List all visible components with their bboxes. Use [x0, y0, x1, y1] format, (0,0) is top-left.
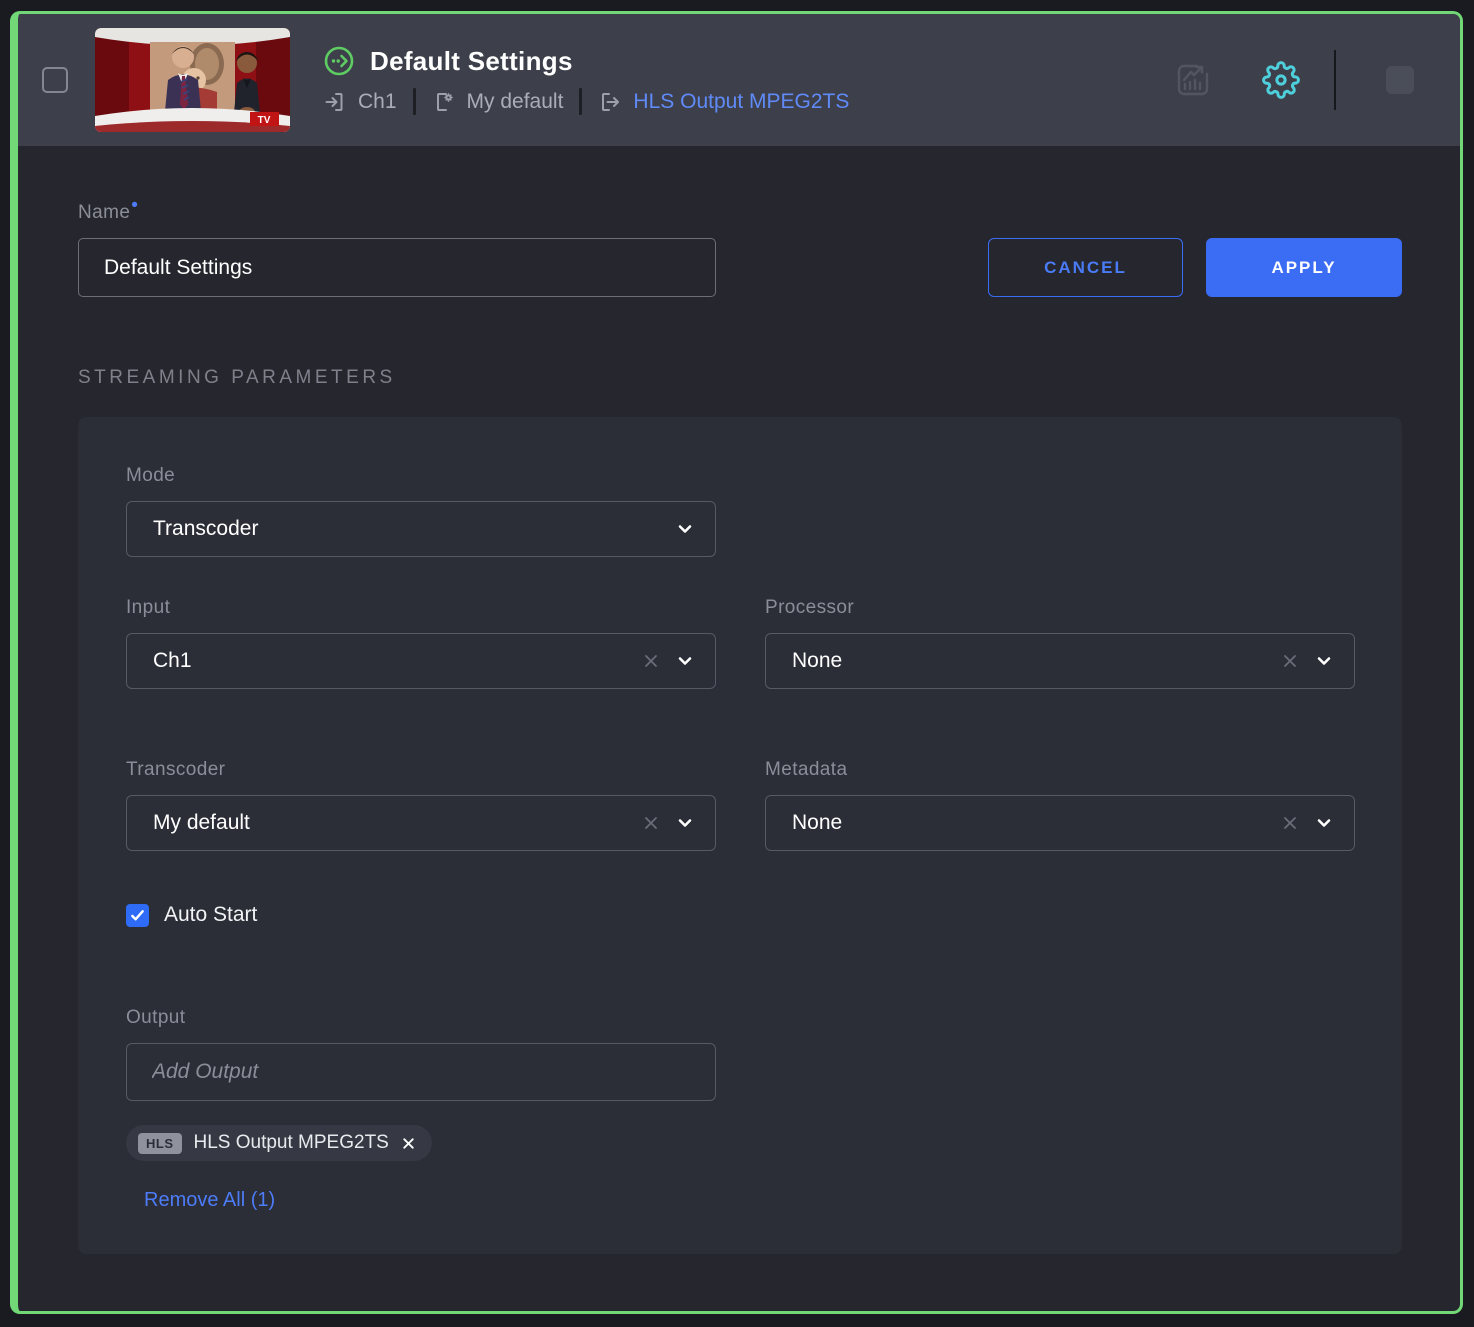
settings-form: Name• CANCEL APPLY STREAMING PARAMETERS … [18, 202, 1460, 1254]
name-input[interactable] [78, 238, 716, 297]
processor-select[interactable]: None [765, 633, 1355, 689]
collapse-square-button[interactable] [1386, 66, 1414, 94]
input-select[interactable]: Ch1 [126, 633, 716, 689]
processor-label: Processor [765, 597, 1355, 619]
breadcrumb-input: Ch1 [323, 90, 397, 114]
select-channel-checkbox[interactable] [42, 67, 68, 93]
output-label: Output [126, 1007, 716, 1029]
tv-logo: TV [258, 115, 271, 126]
breadcrumb-divider [413, 88, 416, 115]
stream-status-icon [323, 45, 355, 77]
name-label: Name• [78, 202, 1402, 224]
breadcrumb-transcoder-label: My default [467, 90, 564, 114]
auto-start-checkbox[interactable] [126, 904, 149, 927]
channel-settings-card: TV Default Settings [10, 11, 1463, 1314]
chart-icon [1174, 61, 1212, 99]
breadcrumb: Ch1 My default [323, 88, 849, 115]
statistics-button[interactable] [1174, 61, 1212, 99]
chip-close-icon[interactable] [401, 1136, 416, 1151]
chevron-down-icon[interactable] [675, 651, 695, 671]
transcoder-value: My default [153, 811, 641, 835]
clear-icon[interactable] [1280, 651, 1300, 671]
output-chip-type-badge: HLS [138, 1133, 182, 1154]
breadcrumb-input-label: Ch1 [358, 90, 397, 114]
section-title: STREAMING PARAMETERS [78, 367, 1402, 389]
mode-value: Transcoder [153, 517, 675, 541]
metadata-label: Metadata [765, 759, 1355, 781]
header-bar: TV Default Settings [18, 14, 1460, 146]
output-chip-label: HLS Output MPEG2TS [194, 1132, 389, 1154]
header-divider [1334, 50, 1336, 110]
gear-icon [1262, 61, 1300, 99]
transcoder-label: Transcoder [126, 759, 716, 781]
breadcrumb-output: HLS Output MPEG2TS [598, 90, 849, 114]
input-icon [323, 90, 347, 114]
clear-icon[interactable] [641, 651, 661, 671]
auto-start-label: Auto Start [164, 903, 257, 927]
mode-label: Mode [126, 465, 716, 487]
breadcrumb-transcoder: My default [432, 90, 564, 114]
apply-button[interactable]: APPLY [1206, 238, 1402, 297]
clear-icon[interactable] [641, 813, 661, 833]
chevron-down-icon[interactable] [1314, 651, 1334, 671]
page-title: Default Settings [370, 46, 573, 77]
breadcrumb-output-link[interactable]: HLS Output MPEG2TS [633, 90, 849, 114]
output-chip: HLS HLS Output MPEG2TS [126, 1125, 432, 1161]
chevron-down-icon[interactable] [1314, 813, 1334, 833]
input-label: Input [126, 597, 716, 619]
output-icon [598, 90, 622, 114]
metadata-value: None [792, 811, 1280, 835]
auto-start-row[interactable]: Auto Start [126, 903, 716, 927]
title-block: Default Settings Ch1 [323, 45, 849, 115]
add-output-input[interactable] [126, 1043, 716, 1101]
chevron-down-icon[interactable] [675, 813, 695, 833]
cancel-button[interactable]: CANCEL [988, 238, 1183, 297]
processor-value: None [792, 649, 1280, 673]
settings-button[interactable] [1262, 61, 1300, 99]
input-value: Ch1 [153, 649, 641, 673]
streaming-parameters-panel: Mode Transcoder Input Ch1 [78, 417, 1402, 1254]
transcoder-select[interactable]: My default [126, 795, 716, 851]
header-actions [1174, 50, 1414, 110]
chevron-down-icon[interactable] [675, 519, 695, 539]
remove-all-link[interactable]: Remove All (1) [144, 1189, 275, 1212]
transcoder-icon [432, 90, 456, 114]
required-marker: • [131, 195, 138, 216]
channel-preview-thumbnail: TV [95, 28, 290, 132]
breadcrumb-divider [579, 88, 582, 115]
metadata-select[interactable]: None [765, 795, 1355, 851]
mode-select[interactable]: Transcoder [126, 501, 716, 557]
clear-icon[interactable] [1280, 813, 1300, 833]
